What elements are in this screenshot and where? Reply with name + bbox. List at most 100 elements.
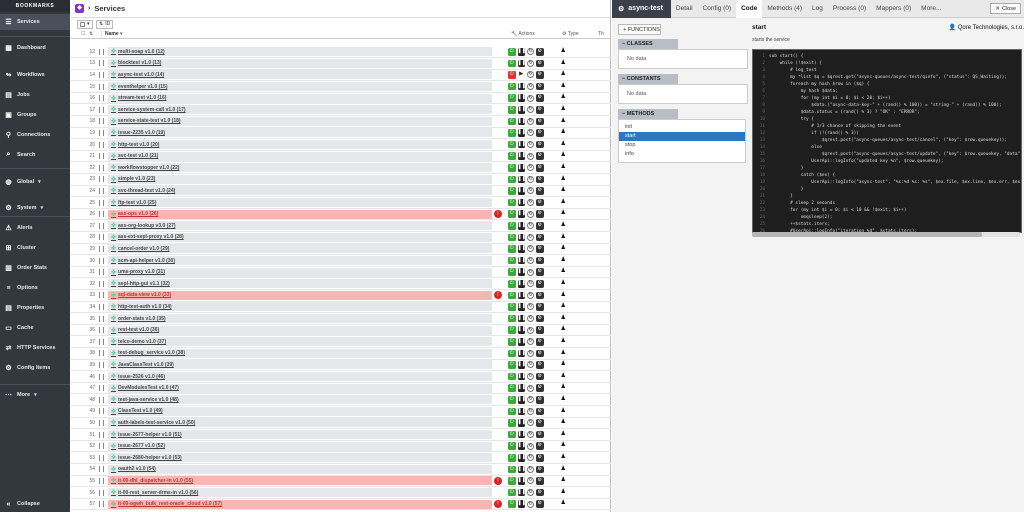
service-name-link[interactable]: ✜ async-test v1.0 (14) [108,70,492,80]
functions-button[interactable]: + FUNCTIONS [618,24,661,35]
power-on-icon[interactable]: ⏻ [508,152,516,160]
reset-icon[interactable]: ↻ [527,268,534,276]
drag-handle-icon[interactable] [99,118,104,125]
service-name-link[interactable]: ✜ ClassTest v1.0 (49) [108,406,492,416]
drag-handle-icon[interactable] [99,245,104,252]
sort-select[interactable]: ⇅ ID [96,19,114,29]
power-on-icon[interactable]: ⏻ [508,222,516,230]
drag-handle-icon[interactable] [99,303,104,310]
options-icon[interactable]: ⚙ [536,268,544,276]
table-row[interactable]: 53 ✜ issue-2680-helper v1.0 (53) ⏻ ❚❚ ↻ ⚙ ♟ [71,453,611,465]
table-row[interactable]: 32 ✜ sepl-http-gui v1.1 (32) ⏻ ❚❚ ↻ ⚙ ♟ [71,279,611,291]
table-row[interactable]: 29 ✜ cancel-order v1.0 (29) ⏻ ❚❚ ↻ ⚙ ♟ [71,244,611,256]
pause-icon[interactable]: ❚❚ [517,500,526,508]
pause-icon[interactable]: ❚❚ [517,419,526,427]
power-on-icon[interactable]: ⏻ [508,384,516,392]
reset-icon[interactable]: ↻ [527,71,534,79]
sidebar-item-config-items[interactable]: ⚙ Config Items [0,360,70,376]
table-row[interactable]: 17 ✜ service-system-call v1.0 (17) ⏻ ❚❚ ↻ ⚙ ♟ [71,105,611,117]
sidebar-item-search[interactable]: ⌕ Search [0,147,70,163]
power-on-icon[interactable]: ⏻ [508,256,516,265]
table-row[interactable]: 26 ✜ ass-ops v1.0 (26)! ⏻ ❚❚ ↻ ⚙ ♟ [71,209,611,221]
power-on-icon[interactable]: ⏻ [508,407,516,416]
pause-icon[interactable]: ❚❚ [517,338,526,346]
power-on-icon[interactable]: ⏻ [508,48,516,56]
sidebar-item-workflows[interactable]: ↬ Workflows [0,67,70,83]
options-icon[interactable]: ⚙ [536,349,544,358]
power-on-icon[interactable]: ⏻ [508,106,516,114]
sidebar-item-groups[interactable]: ▣ Groups [0,107,70,123]
alert-icon[interactable]: ! [494,500,502,509]
table-row[interactable]: 35 ✜ order-stats v1.0 (35) ⏻ ❚❚ ↻ ⚙ ♟ [71,313,611,325]
pause-icon[interactable]: ❚❚ [517,94,526,102]
service-name-link[interactable]: ✜ telco-demo v1.0 (37) [108,337,492,347]
power-on-icon[interactable]: ⏻ [508,117,516,126]
table-row[interactable]: 19 ✜ issue-2235 v1.0 (19) ⏻ ❚❚ ↻ ⚙ ♟ [71,128,611,140]
service-name-link[interactable]: ✜ ass-ext-sepl-proxy v1.0 (28) [108,232,492,242]
options-icon[interactable]: ⚙ [536,48,544,56]
options-icon[interactable]: ⚙ [536,465,544,474]
service-name-link[interactable]: ✜ issue-2235 v1.0 (19) [108,128,492,138]
table-row[interactable]: 51 ✜ issue-2677-helper v1.0 (51) ⏻ ❚❚ ↻ ⚙ ♟ [71,429,611,441]
tab-code[interactable]: Code [736,0,763,18]
pause-icon[interactable]: ❚❚ [517,326,526,334]
power-on-icon[interactable]: ⏻ [508,372,516,381]
reset-icon[interactable]: ↻ [527,222,534,230]
drag-handle-icon[interactable] [99,269,104,276]
service-name-link[interactable]: ✜ svc-thread-test v1.0 (24) [108,186,492,196]
table-row[interactable]: 46 ✜ issue-2526 v1.0 (46) ⏻ ❚❚ ↻ ⚙ ♟ [71,371,611,383]
reset-icon[interactable]: ↻ [527,210,534,218]
drag-handle-icon[interactable] [99,292,104,299]
power-on-icon[interactable]: ⏻ [508,198,516,207]
pause-icon[interactable]: ❚❚ [517,477,526,485]
method-item-stop[interactable]: stop [619,141,745,150]
pause-icon[interactable]: ❚❚ [517,314,526,323]
drag-handle-icon[interactable] [99,164,104,171]
close-button[interactable]: ✕ Close [990,3,1021,14]
power-on-icon[interactable]: ⏻ [508,303,516,311]
sidebar-item-properties[interactable]: ▤ Properties [0,300,70,316]
reset-icon[interactable]: ↻ [527,349,534,357]
pause-icon[interactable]: ❚❚ [517,129,526,137]
drag-handle-icon[interactable] [99,431,104,438]
service-name-link[interactable]: ✜ it-00-ogwh_bulk_rest-oracle_cloud v1.0 … [108,499,492,509]
options-icon[interactable]: ⚙ [536,384,544,392]
sidebar-item-system[interactable]: ⚙ System ▾ [0,200,70,216]
sidebar-item-http-services[interactable]: ⇄ HTTP Services [0,340,70,356]
options-icon[interactable]: ⚙ [536,222,544,230]
power-on-icon[interactable]: ⏻ [508,140,516,149]
power-on-icon[interactable]: ⏻ [508,419,516,427]
reset-icon[interactable]: ↻ [527,141,534,149]
reset-icon[interactable]: ↻ [527,465,534,473]
table-row[interactable]: 15 ✜ eventhelper v1.0 (15) ⏻ ❚❚ ↻ ⚙ ♟ [71,81,611,93]
drag-handle-icon[interactable] [99,60,104,67]
power-on-icon[interactable]: ⏻ [508,94,516,102]
service-name-link[interactable]: ✜ service-state-test v1.0 (18) [108,116,492,126]
table-row[interactable]: 31 ✜ ums-proxy v1.0 (31) ⏻ ❚❚ ↻ ⚙ ♟ [71,267,611,279]
service-name-link[interactable]: ✜ JavaClassTest v1.0 (39) [108,360,492,370]
tab-config[interactable]: Config (0) [698,0,737,18]
options-icon[interactable]: ⚙ [536,129,544,137]
table-row[interactable]: 24 ✜ svc-thread-test v1.0 (24) ⏻ ❚❚ ↻ ⚙ ♟ [71,186,611,198]
drag-handle-icon[interactable] [99,141,104,148]
drag-handle-icon[interactable] [99,338,104,345]
options-icon[interactable]: ⚙ [536,71,544,79]
reset-icon[interactable]: ↻ [527,59,534,67]
reset-icon[interactable]: ↻ [527,175,534,183]
service-name-link[interactable]: ✜ issue-2677-helper v1.0 (51) [108,430,492,440]
power-off-icon[interactable]: ⏻ [508,71,516,79]
options-icon[interactable]: ⚙ [536,314,544,323]
reset-icon[interactable]: ↻ [527,419,534,427]
power-on-icon[interactable]: ⏻ [508,280,516,288]
service-name-link[interactable]: ✜ issue-2680-helper v1.0 (53) [108,453,492,463]
service-name-link[interactable]: ✜ sql-data-view v1.0 (33) [108,290,492,300]
pause-icon[interactable]: ❚❚ [517,175,526,184]
service-name-link[interactable]: ✜ ftp-test v1.0 (25) [108,198,492,208]
table-row[interactable]: 52 ✜ issue-2677 v1.0 (52) ⏻ ❚❚ ↻ ⚙ ♟ [71,441,611,453]
power-on-icon[interactable]: ⏻ [508,268,516,276]
table-row[interactable]: 14 ✜ async-test v1.0 (14) ⏻ ▶ ↻ ⚙ ♟ [71,70,611,82]
drag-handle-icon[interactable] [99,257,104,264]
service-name-link[interactable]: ✜ DevModulesTest v1.0 (47) [108,383,492,393]
options-icon[interactable]: ⚙ [536,500,544,508]
service-name-link[interactable]: ✜ scm-api-helper v1.0 (30) [108,256,492,266]
